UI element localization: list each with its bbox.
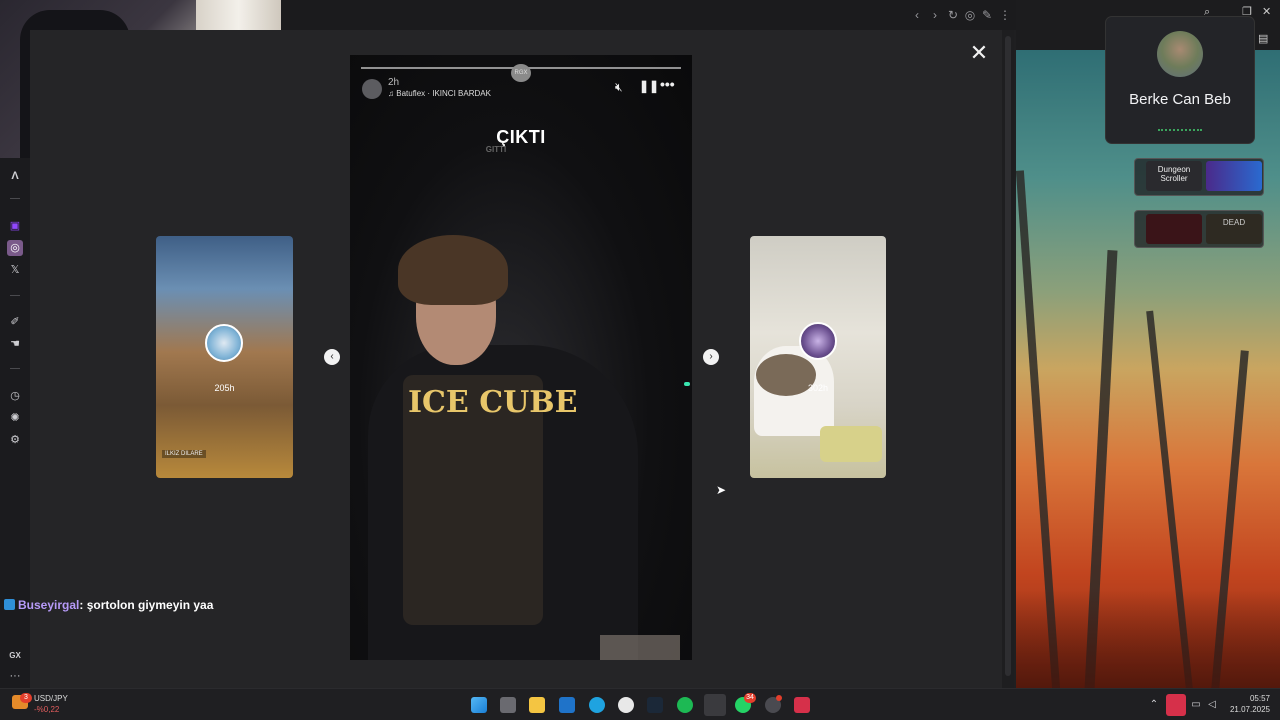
ticker-pair: USD/JPY bbox=[34, 694, 68, 703]
browser-toolbar: ‹ › ↻ ◎ ✎ ⋮ bbox=[281, 0, 1016, 30]
chat-text: : şortolon giymeyin yaa bbox=[79, 598, 214, 612]
app-icon[interactable] bbox=[794, 697, 810, 713]
ticker-badge: 3 bbox=[20, 693, 32, 703]
whatsapp-badge: 34 bbox=[744, 693, 756, 703]
previous-story-avatar bbox=[205, 324, 243, 362]
close-icon[interactable]: ✕ bbox=[1262, 5, 1271, 18]
close-story-button[interactable]: ✕ bbox=[968, 42, 990, 64]
previous-story-tag: ILKIZ DILARE bbox=[162, 450, 206, 458]
story-music-title[interactable]: IKINCI BARDAK bbox=[432, 89, 491, 98]
story-options-icon[interactable]: ••• bbox=[660, 76, 675, 92]
discord-caller-name: Berke Can Beb bbox=[1129, 91, 1231, 108]
task-view-icon[interactable] bbox=[500, 697, 516, 713]
green-light bbox=[684, 382, 690, 386]
spotify-icon[interactable] bbox=[677, 697, 693, 713]
watermark-badge: RGX bbox=[511, 64, 531, 82]
clock-date[interactable]: 21.07.2025 bbox=[1222, 705, 1270, 714]
clock-time[interactable]: 05:57 bbox=[1226, 694, 1270, 703]
story-meta: ♫ Batuflex · IKINCI BARDAK bbox=[388, 89, 491, 98]
game-thumb[interactable] bbox=[1206, 161, 1262, 191]
scrollbar[interactable] bbox=[1002, 30, 1014, 688]
monitor-icon[interactable]: ▭ bbox=[1191, 700, 1201, 710]
next-story-avatar bbox=[799, 322, 837, 360]
ticker-change: -%0,22 bbox=[34, 705, 60, 714]
story-person: ICE CUBE bbox=[368, 225, 638, 660]
discord-connecting-indicator bbox=[1158, 129, 1202, 131]
more-icon[interactable]: ··· bbox=[7, 668, 23, 684]
microphone-icon[interactable] bbox=[1166, 694, 1186, 716]
discord-avatar bbox=[1157, 31, 1203, 77]
extensions-icon[interactable]: ✺ bbox=[7, 410, 23, 426]
start-icon[interactable] bbox=[471, 697, 487, 713]
x-icon[interactable]: 𝕏 bbox=[7, 262, 23, 278]
table-objects bbox=[600, 635, 680, 660]
sidebar-divider bbox=[10, 198, 20, 199]
bath-mat bbox=[820, 426, 882, 462]
tray-expand-icon[interactable]: ⌃ bbox=[1149, 700, 1159, 710]
burnt-ground bbox=[1016, 590, 1280, 688]
skype-icon[interactable] bbox=[589, 697, 605, 713]
next-story-preview[interactable]: 302h bbox=[750, 236, 886, 478]
music-icon: ♫ bbox=[388, 89, 397, 98]
sidebar-divider bbox=[10, 295, 20, 296]
gx-label[interactable]: GX bbox=[7, 648, 23, 664]
pause-icon[interactable]: ❚❚ bbox=[639, 79, 659, 93]
notes-icon[interactable]: ▤ bbox=[1258, 32, 1268, 45]
person-hair bbox=[398, 235, 508, 305]
twitch-icon[interactable]: ▣ bbox=[7, 218, 23, 234]
opera-gx-icon[interactable] bbox=[704, 694, 726, 716]
previous-story-button[interactable]: ‹ bbox=[324, 349, 340, 365]
taskbar: 3 USD/JPY -%0,22 34 ⌃ ▭ ◁ 05:57 21.07.20… bbox=[0, 688, 1280, 720]
pin-icon[interactable]: ✎ bbox=[979, 7, 995, 23]
main-story: RGX 2h ♫ Batuflex · IKINCI BARDAK 🔇︎ ❚❚ … bbox=[350, 55, 692, 660]
notification-dot bbox=[776, 695, 782, 701]
mute-icon[interactable]: 🔇︎ bbox=[615, 80, 623, 95]
file-explorer-icon[interactable] bbox=[529, 697, 545, 713]
history-icon[interactable]: ◷ bbox=[7, 388, 23, 404]
previous-story-time: 205h bbox=[214, 383, 235, 393]
game-thumb-dungeon-scroller[interactable]: Dungeon Scroller bbox=[1146, 161, 1202, 191]
discord-call-card[interactable]: Berke Can Beb bbox=[1106, 17, 1254, 143]
sidebar-logo-icon[interactable]: Ʌ bbox=[7, 168, 23, 184]
desktop-wallpaper bbox=[1016, 50, 1280, 688]
extensions-icon[interactable]: ◎ bbox=[962, 7, 978, 23]
volume-icon[interactable]: ◁ bbox=[1207, 700, 1217, 710]
outlook-icon[interactable] bbox=[559, 697, 575, 713]
next-story-time: 302h bbox=[807, 383, 829, 393]
more-menu-icon[interactable]: ⋮ bbox=[997, 7, 1013, 23]
settings-icon[interactable]: ⚙ bbox=[7, 432, 23, 448]
shirt-print-text: ICE CUBE bbox=[408, 385, 578, 420]
game-thumb-dead[interactable]: DEAD bbox=[1206, 214, 1262, 244]
story-user-avatar[interactable] bbox=[362, 79, 382, 99]
hand-icon[interactable]: ☚ bbox=[7, 336, 23, 352]
pen-icon[interactable]: ✐ bbox=[7, 314, 23, 330]
reload-icon[interactable]: ↻ bbox=[945, 7, 961, 23]
settings-icon[interactable] bbox=[618, 697, 634, 713]
story-time: 2h bbox=[388, 77, 400, 88]
chat-username: Buseyirgal bbox=[18, 598, 80, 612]
forward-icon[interactable]: › bbox=[927, 7, 943, 23]
sidebar-divider bbox=[10, 368, 20, 369]
game-thumb[interactable] bbox=[1146, 214, 1202, 244]
story-username[interactable]: Batuflex bbox=[396, 89, 425, 98]
scrollbar-thumb[interactable] bbox=[1005, 36, 1011, 676]
steam-icon[interactable] bbox=[647, 697, 663, 713]
next-story-button[interactable]: › bbox=[703, 349, 719, 365]
instagram-icon[interactable]: ◎ bbox=[7, 240, 23, 256]
chat-message: Buseyirgal: şortolon giymeyin yaa bbox=[0, 598, 300, 616]
back-icon[interactable]: ‹ bbox=[909, 7, 925, 23]
previous-story-preview[interactable]: 205h ILKIZ DILARE bbox=[156, 236, 293, 478]
story-caption-shadow: GITTI bbox=[485, 145, 507, 154]
chat-badge-icon bbox=[4, 599, 15, 610]
mouse-cursor: ➤ bbox=[716, 483, 727, 497]
